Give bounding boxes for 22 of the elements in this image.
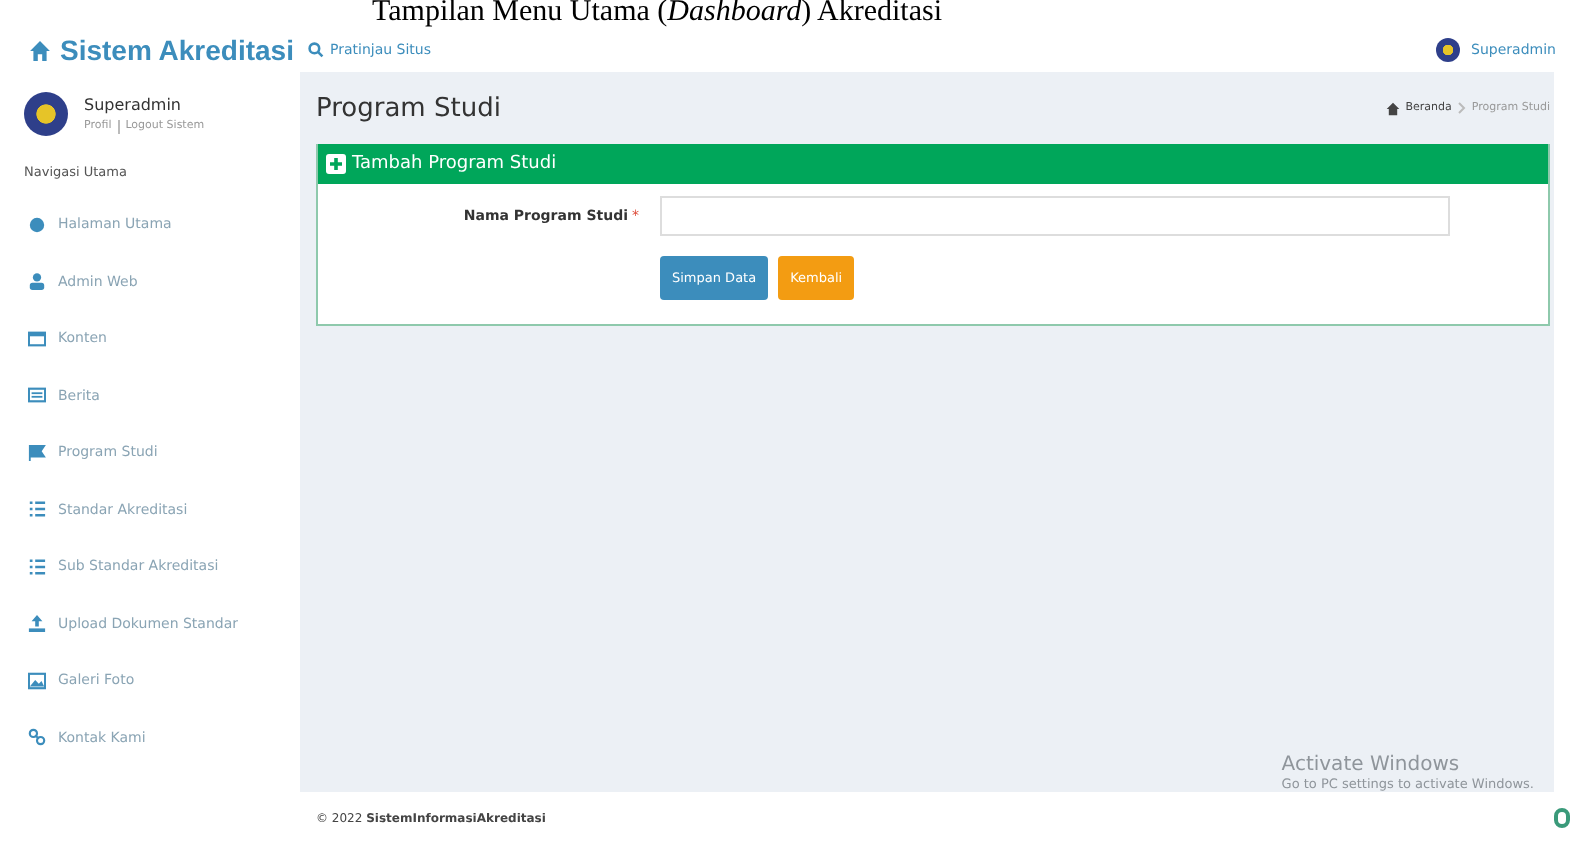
page-title: Program Studi [316,93,503,123]
activation-notice-title: Activate Windows [1281,754,1462,776]
upload-icon [28,614,46,633]
user-avatar-icon [1435,38,1460,62]
window-icon [28,329,46,348]
chevron-icon [1457,102,1466,114]
brand-title[interactable]: Sistem Akreditasi [28,34,308,66]
home-icon [1385,101,1400,115]
list-icon [28,500,46,519]
card-title: Tambah Program Studi [352,154,557,174]
user-icon [28,272,46,291]
program-name-input[interactable] [660,196,1450,236]
plus-icon [326,154,346,174]
flag-icon [28,443,46,462]
home-icon [28,40,52,62]
newspaper-icon [28,386,46,405]
user-name: Superadmin [84,95,184,113]
search-icon [308,42,324,58]
image-icon [28,671,46,690]
user-avatar-icon [24,92,68,136]
link-icon [28,728,46,747]
list-icon [28,557,46,576]
